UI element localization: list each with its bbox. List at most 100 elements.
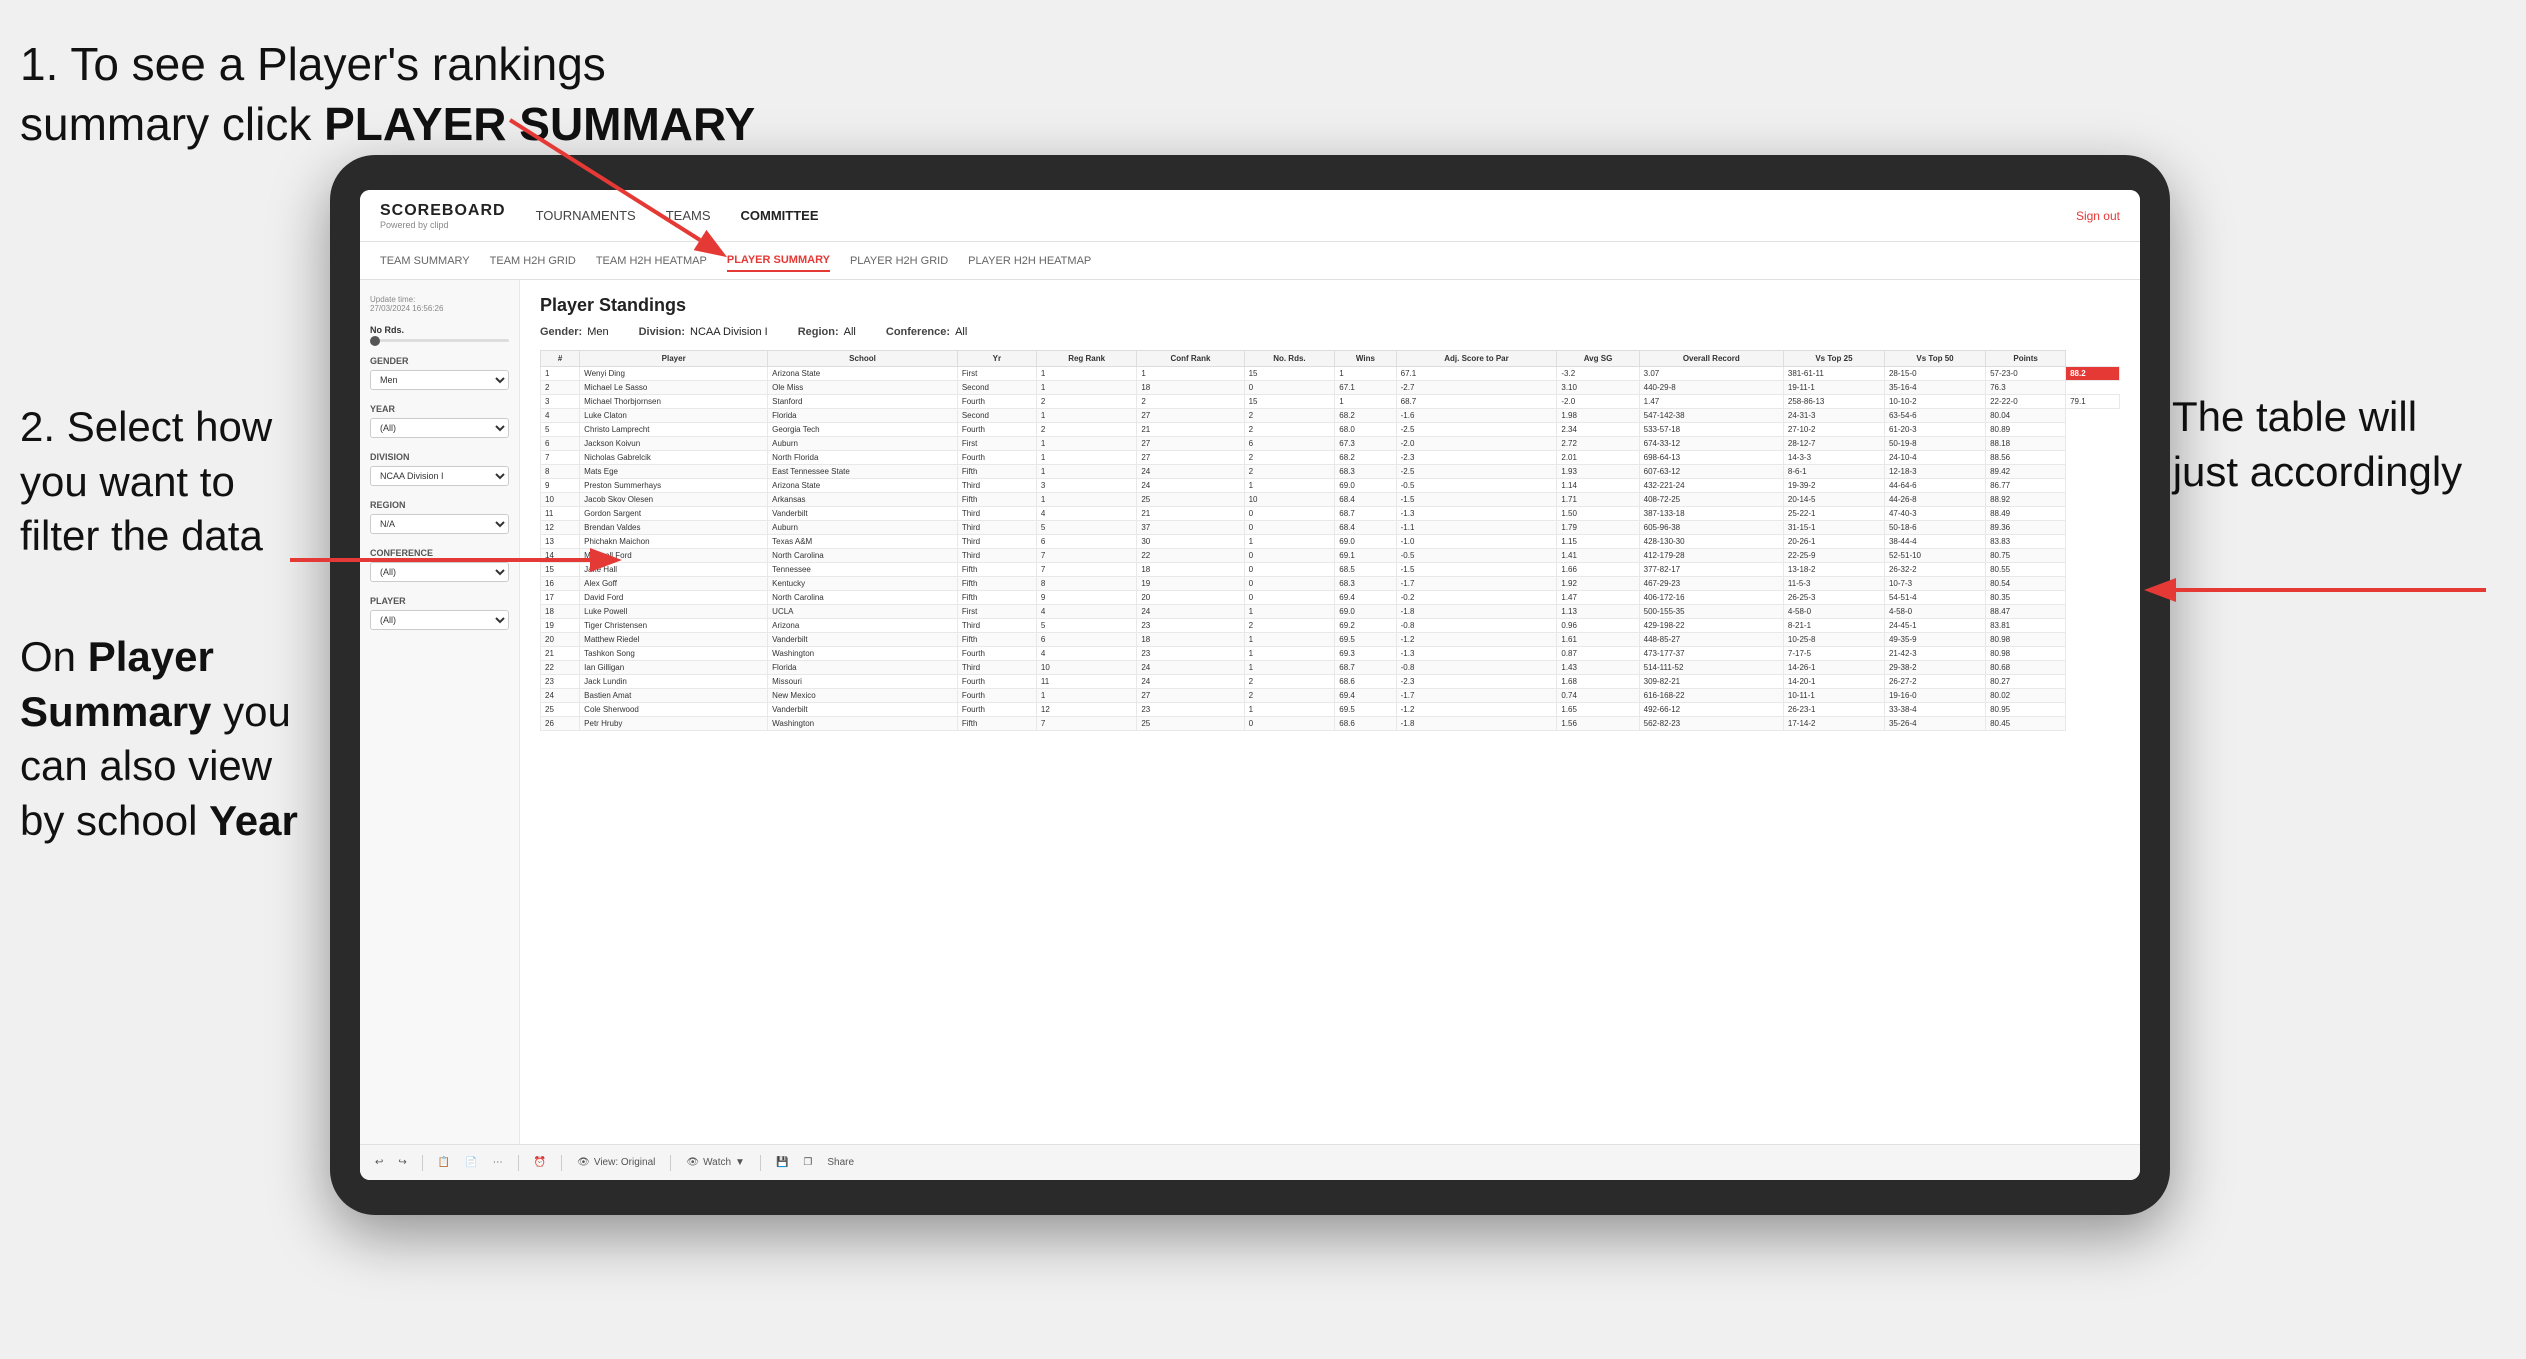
- table-cell: 674-33-12: [1639, 437, 1783, 451]
- table-row: 5Christo LamprechtGeorgia TechFourth2212…: [541, 423, 2120, 437]
- table-cell: 1: [1244, 535, 1335, 549]
- table-cell: Petr Hruby: [580, 717, 768, 731]
- table-cell: Jack Lundin: [580, 675, 768, 689]
- view-btn[interactable]: 👁 View: Original: [577, 1157, 655, 1168]
- table-cell: 38-44-4: [1884, 535, 1985, 549]
- table-row: 12Brendan ValdesAuburnThird537068.4-1.11…: [541, 521, 2120, 535]
- table-cell: Alex Goff: [580, 577, 768, 591]
- undo-btn[interactable]: ↩: [375, 1157, 383, 1168]
- table-cell: 47-40-3: [1884, 507, 1985, 521]
- filter-row: Gender: Men Division: NCAA Division I Re…: [540, 326, 2120, 338]
- player-select[interactable]: (All): [370, 610, 509, 630]
- table-cell: Phichakn Maichon: [580, 535, 768, 549]
- nav-teams[interactable]: TEAMS: [666, 204, 711, 227]
- table-cell: 1: [1335, 367, 1396, 381]
- table-cell: 492-66-12: [1639, 703, 1783, 717]
- table-cell: 22-22-0: [1986, 395, 2066, 409]
- table-cell: 25: [541, 703, 580, 717]
- table-cell: 83.81: [1986, 619, 2066, 633]
- sub-nav-player-summary[interactable]: PLAYER SUMMARY: [727, 250, 830, 272]
- table-cell: Fifth: [957, 591, 1036, 605]
- table-cell: 440-29-8: [1639, 381, 1783, 395]
- table-cell: 69.0: [1335, 479, 1396, 493]
- year-select[interactable]: (All): [370, 418, 509, 438]
- table-cell: 2: [1036, 395, 1136, 409]
- page-title: Player Standings: [540, 295, 2120, 316]
- table-cell: Fourth: [957, 451, 1036, 465]
- table-cell: -0.8: [1396, 619, 1557, 633]
- table-cell: Luke Powell: [580, 605, 768, 619]
- table-cell: 24: [541, 689, 580, 703]
- annotation-bottom: On PlayerSummary youcan also viewby scho…: [20, 630, 300, 848]
- table-cell: Arizona: [768, 619, 958, 633]
- table-cell: 80.98: [1986, 633, 2066, 647]
- table-cell: 8: [1036, 577, 1136, 591]
- sign-out-link[interactable]: Sign out: [2076, 209, 2120, 223]
- table-cell: 88.92: [1986, 493, 2066, 507]
- table-cell: First: [957, 367, 1036, 381]
- table-cell: 10-11-1: [1783, 689, 1884, 703]
- table-cell: 76.3: [1986, 381, 2066, 395]
- more-btn[interactable]: ⋯: [493, 1157, 503, 1168]
- view-label: View: Original: [594, 1157, 656, 1168]
- table-cell: Third: [957, 549, 1036, 563]
- table-cell: 1.93: [1557, 465, 1639, 479]
- table-cell: 10: [1244, 493, 1335, 507]
- table-cell: Third: [957, 507, 1036, 521]
- table-cell: 25: [1137, 717, 1244, 731]
- table-cell: 24: [1137, 675, 1244, 689]
- top-nav: SCOREBOARD Powered by clipd TOURNAMENTS …: [360, 190, 2140, 242]
- col-overall: Overall Record: [1639, 351, 1783, 367]
- table-row: 17David FordNorth CarolinaFifth920069.4-…: [541, 591, 2120, 605]
- table-cell: -1.3: [1396, 647, 1557, 661]
- table-cell: Third: [957, 479, 1036, 493]
- nav-committee[interactable]: COMMITTEE: [741, 204, 819, 227]
- copy-btn[interactable]: 📋: [438, 1157, 450, 1168]
- sub-nav-team-h2h-grid[interactable]: TEAM H2H GRID: [490, 251, 576, 271]
- nav-tournaments[interactable]: TOURNAMENTS: [536, 204, 636, 227]
- table-cell: 22: [1137, 549, 1244, 563]
- table-cell: -1.8: [1396, 717, 1557, 731]
- table-cell: Fifth: [957, 493, 1036, 507]
- export-btn[interactable]: 💾: [776, 1157, 788, 1168]
- table-cell: 4: [1036, 507, 1136, 521]
- sub-nav-player-h2h-grid[interactable]: PLAYER H2H GRID: [850, 251, 948, 271]
- division-select[interactable]: NCAA Division I: [370, 466, 509, 486]
- table-cell: 18: [1137, 563, 1244, 577]
- table-cell: 83.83: [1986, 535, 2066, 549]
- table-cell: 1: [1036, 689, 1136, 703]
- table-cell: 27: [1137, 451, 1244, 465]
- table-row: 11Gordon SargentVanderbiltThird421068.7-…: [541, 507, 2120, 521]
- redo-btn[interactable]: ↪: [398, 1157, 406, 1168]
- sub-nav-team-h2h-heatmap[interactable]: TEAM H2H HEATMAP: [596, 251, 707, 271]
- table-cell: 24-10-4: [1884, 451, 1985, 465]
- table-cell: 24: [1137, 465, 1244, 479]
- table-cell: 1.13: [1557, 605, 1639, 619]
- clock-btn[interactable]: ⏰: [534, 1157, 546, 1168]
- table-cell: 2: [1137, 395, 1244, 409]
- sub-nav-player-h2h-heatmap[interactable]: PLAYER H2H HEATMAP: [968, 251, 1091, 271]
- share-btn[interactable]: Share: [827, 1157, 854, 1168]
- table-cell: 0.87: [1557, 647, 1639, 661]
- table-cell: 26-32-2: [1884, 563, 1985, 577]
- table-cell: 0.74: [1557, 689, 1639, 703]
- sub-nav-team-summary[interactable]: TEAM SUMMARY: [380, 251, 470, 271]
- table-cell: Christo Lamprecht: [580, 423, 768, 437]
- table-cell: 1.92: [1557, 577, 1639, 591]
- table-cell: 19-11-1: [1783, 381, 1884, 395]
- table-cell: 1.47: [1557, 591, 1639, 605]
- watch-btn[interactable]: 👁 Watch ▼: [686, 1157, 745, 1168]
- fullscreen-btn[interactable]: ❐: [803, 1157, 812, 1168]
- table-cell: Vanderbilt: [768, 507, 958, 521]
- col-avg-sg: Avg SG: [1557, 351, 1639, 367]
- region-select[interactable]: N/A: [370, 514, 509, 534]
- table-cell: 67.3: [1335, 437, 1396, 451]
- gender-select[interactable]: Men: [370, 370, 509, 390]
- no-rds-slider[interactable]: [370, 339, 509, 342]
- filter-region: Region: All: [798, 326, 856, 338]
- table-cell: 1.41: [1557, 549, 1639, 563]
- conference-select[interactable]: (All): [370, 562, 509, 582]
- paste-btn[interactable]: 📄: [465, 1157, 477, 1168]
- table-cell: 2: [541, 381, 580, 395]
- table-cell: 4: [541, 409, 580, 423]
